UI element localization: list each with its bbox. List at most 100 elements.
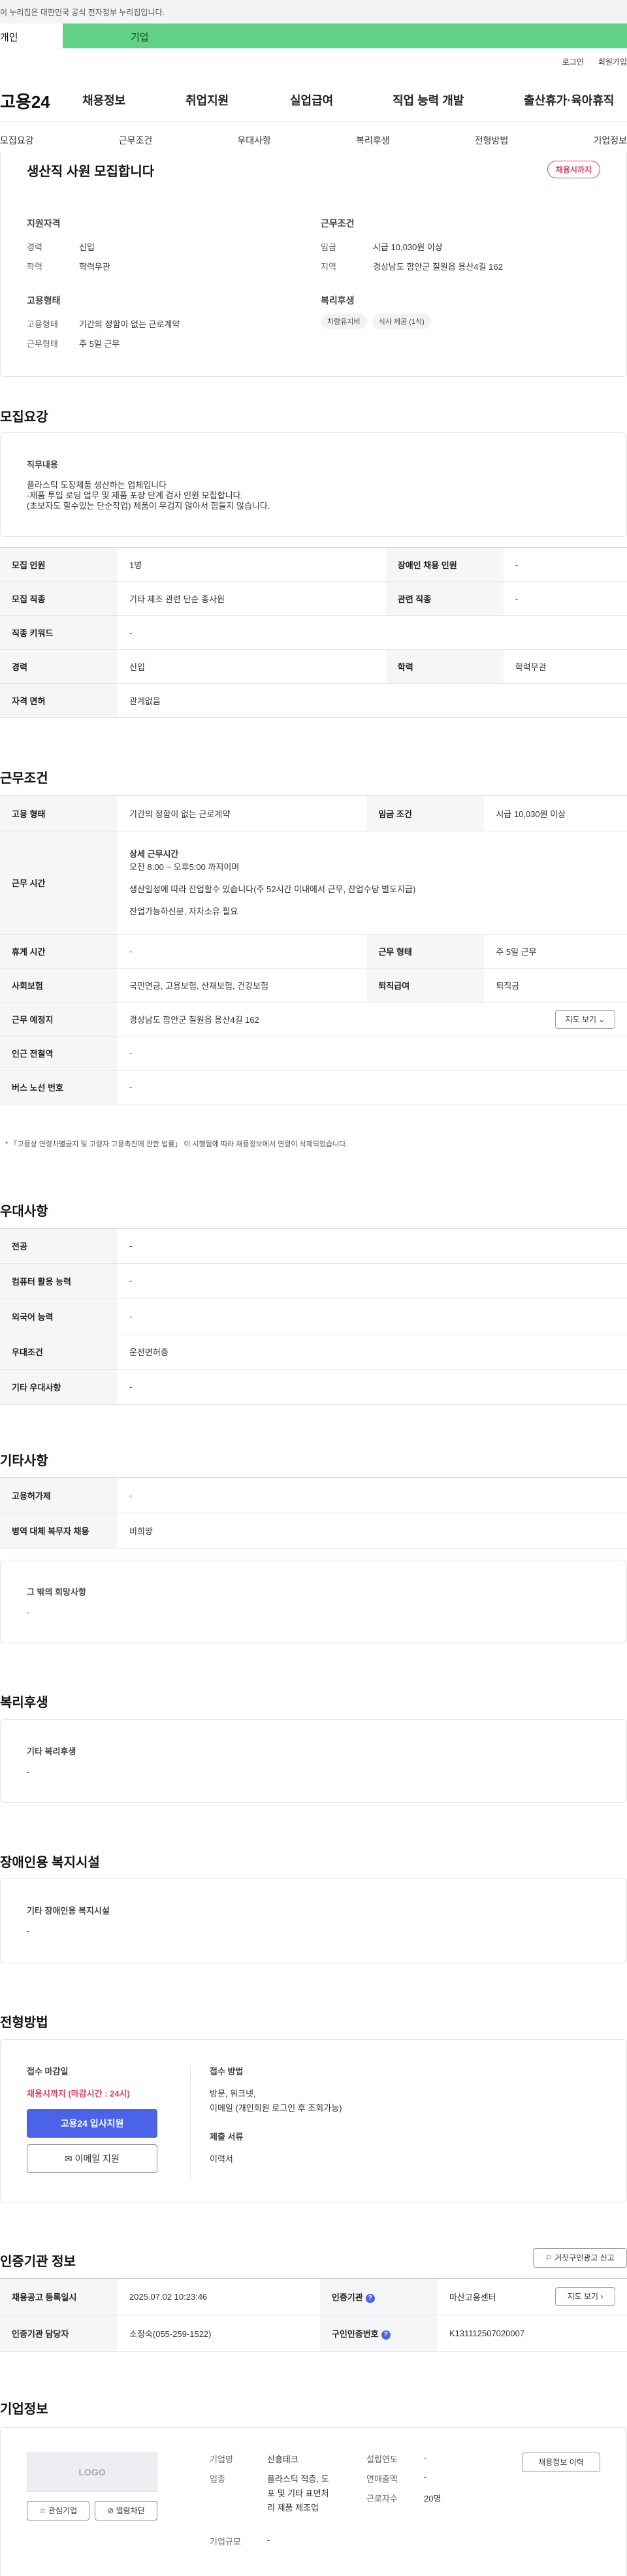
gnav-unemployment-benefit[interactable]: 실업급여 bbox=[290, 91, 393, 108]
annual-sales-label: 연매출액 bbox=[366, 2474, 398, 2484]
age-law-notice: * 「고용상 연령차별금지 및 고령자 고용촉진에 관한 법률」 이 시행됨에 … bbox=[5, 1140, 348, 1148]
disability-box-title: 기타 장애인용 복지시설 bbox=[27, 1906, 110, 1916]
gov-banner: 이 누리집은 대한민국 공식 전자정부 누리집입니다. bbox=[0, 0, 627, 24]
welfare-box: 기타 복리후생 - bbox=[0, 1719, 627, 1803]
info-icon[interactable]: ? bbox=[381, 2330, 391, 2340]
gnav-jobs[interactable]: 채용정보 bbox=[82, 91, 185, 108]
section-heading-process: 전형방법 bbox=[0, 2016, 48, 2030]
hours-title: 상세 근무시간 bbox=[129, 848, 179, 859]
work-form-value: 주 5일 근무 bbox=[79, 339, 120, 349]
welfare-box-title: 기타 복리후생 bbox=[27, 1747, 76, 1756]
table-row: 외국어 능력 - bbox=[0, 1298, 627, 1334]
etc-table: 고용허가제 - 병역 대체 복무자 채용 비희망 bbox=[0, 1477, 627, 1549]
welfare-title: 복리후생 bbox=[321, 295, 355, 306]
founded-year-value: - bbox=[424, 2453, 427, 2462]
table-row: 고용 형태 기간의 정함이 없는 근로계약 임금 조건 시급 10,030원 이상 bbox=[0, 796, 627, 831]
conditions-table: 고용 형태 기간의 정함이 없는 근로계약 임금 조건 시급 10,030원 이상 근… bbox=[0, 796, 627, 1104]
subnav-conditions[interactable]: 근무조건 bbox=[119, 134, 153, 147]
hours-note-2: 잔업가능하신분, 자차소유 필요 bbox=[129, 906, 238, 916]
table-row: 기타 우대사항 - bbox=[0, 1369, 627, 1405]
email-apply-button[interactable]: ✉ 이메일 지원 bbox=[27, 2144, 157, 2173]
subnav-preference[interactable]: 우대사항 bbox=[237, 134, 271, 147]
gnav-employment-support[interactable]: 취업지원 bbox=[185, 91, 290, 108]
company-scale-value: - bbox=[267, 2535, 270, 2545]
report-fake-ad-button[interactable]: ⚐ 거짓구인광고 신고 bbox=[533, 2248, 627, 2268]
subnav-welfare[interactable]: 복리후생 bbox=[356, 134, 390, 147]
login-link[interactable]: 로그인 bbox=[562, 56, 584, 67]
welfare-chips: 차량유지비 식사 제공 (1식) bbox=[321, 314, 436, 329]
agency-map-button[interactable]: 지도 보기 › bbox=[555, 2287, 615, 2306]
table-row: 인근 전철역 - bbox=[0, 1036, 627, 1071]
table-row: 고용허가제 - bbox=[0, 1477, 627, 1513]
method-value-1: 방문, 워크넷, bbox=[210, 2089, 256, 2099]
company-logo: LOGO bbox=[27, 2453, 157, 2492]
chevron-down-icon: ⌄ bbox=[598, 1015, 605, 1024]
disability-box-value: - bbox=[27, 1926, 30, 1936]
info-icon[interactable]: ? bbox=[365, 2293, 375, 2303]
employment-type-value: 기간의 정함이 없는 근로계약 bbox=[79, 319, 180, 329]
chevron-right-icon: › bbox=[600, 2292, 603, 2301]
job-description-text: 플라스틱 도장제품 생산하는 업체입니다 -제품 투입 로딩 업무 및 제품 포장… bbox=[27, 480, 270, 511]
wage-value: 시급 10,030원 이상 bbox=[373, 242, 443, 252]
region-value: 경상남도 함안군 칠원읍 용산4길 162 bbox=[373, 262, 503, 272]
tab-business[interactable]: 기업 bbox=[63, 24, 627, 48]
section-nav: 모집요강 근무조건 우대사항 복리후생 전형방법 기업정보 bbox=[0, 134, 627, 147]
welfare-chip: 식사 제공 (1식) bbox=[372, 314, 431, 329]
favorite-company-button[interactable]: ☆ 관심기업 bbox=[27, 2501, 89, 2520]
career-value: 신입 bbox=[79, 242, 95, 252]
gnav-parental-leave[interactable]: 출산휴가·육아휴직 bbox=[524, 91, 614, 108]
disability-box: 기타 장애인용 복지시설 - bbox=[0, 1878, 627, 1963]
deadline-title: 접수 마감일 bbox=[27, 2067, 69, 2076]
employment-type-title: 고용형태 bbox=[27, 295, 61, 306]
map-button[interactable]: 지도 보기 ⌄ bbox=[555, 1010, 615, 1029]
member-type-tabs: 개인 기업 bbox=[0, 24, 627, 48]
subnav-recruit[interactable]: 모집요강 bbox=[0, 134, 34, 147]
table-row: 컴퓨터 활용 능력 - bbox=[0, 1263, 627, 1299]
employment-type-label: 고용형태 bbox=[27, 319, 58, 329]
employees-label: 근로자수 bbox=[366, 2494, 398, 2504]
report-icon: ⚐ bbox=[545, 2253, 553, 2262]
job-description-box: 직무내용 플라스틱 도장제품 생산하는 업체입니다 -제품 투입 로딩 업무 및 … bbox=[0, 432, 627, 537]
industry-label: 업종 bbox=[210, 2474, 225, 2484]
section-heading-disability: 장애인용 복지시설 bbox=[0, 1856, 100, 1870]
deadline-badge: 채용시까지 bbox=[547, 161, 600, 178]
section-heading-agency: 인증기관 정보 bbox=[0, 2255, 76, 2269]
utility-links: 로그인 회원가입 bbox=[562, 56, 627, 67]
education-label: 학력 bbox=[27, 262, 42, 272]
preference-table: 전공 - 컴퓨터 활용 능력 - 외국어 능력 - 우대조건 운전면허증 기타 우대사항… bbox=[0, 1228, 627, 1405]
work-condition-title: 근무조건 bbox=[321, 218, 355, 229]
region-label: 지역 bbox=[321, 262, 336, 272]
other-wish-box: 그 밖의 희망사항 - bbox=[0, 1560, 627, 1643]
career-label: 경력 bbox=[27, 242, 42, 252]
global-nav: 채용정보 취업지원 실업급여 직업 능력 개발 출산휴가·육아휴직 bbox=[82, 91, 614, 108]
section-heading-company: 기업정보 bbox=[0, 2402, 48, 2417]
table-row: 버스 노선 번호 - bbox=[0, 1070, 627, 1104]
work-form-label: 근무형태 bbox=[27, 339, 58, 349]
process-box: 접수 마감일 채용시까지 (마감시간 : 24시) 고용24 입사지원 ✉ 이메… bbox=[0, 2039, 627, 2202]
work-place-value: 경상남도 함안군 칠원읍 용산4길 162 bbox=[129, 1015, 259, 1025]
other-wish-title: 그 밖의 희망사항 bbox=[27, 1587, 86, 1597]
gnav-vocational-training[interactable]: 직업 능력 개발 bbox=[393, 91, 524, 108]
subnav-company[interactable]: 기업정보 bbox=[593, 134, 627, 147]
divider bbox=[190, 2065, 191, 2180]
tab-personal[interactable]: 개인 bbox=[0, 24, 63, 48]
section-heading-recruit: 모집요강 bbox=[0, 410, 48, 425]
company-box: LOGO ☆ 관심기업 ⊘ 열람차단 기업명 신흥테크 업종 플라스틱 적층, … bbox=[0, 2427, 627, 2576]
qualification-title: 지원자격 bbox=[27, 218, 61, 229]
section-heading-etc: 기타사항 bbox=[0, 1454, 48, 1468]
apply-button[interactable]: 고용24 입사지원 bbox=[27, 2109, 157, 2138]
divider bbox=[0, 121, 627, 122]
table-row: 모집 인원 1명 장애인 채용 인원 - bbox=[0, 547, 627, 582]
annual-sales-value: - bbox=[424, 2472, 427, 2482]
table-row: 근무 예정지 경상남도 함안군 칠원읍 용산4길 162 지도 보기 ⌄ bbox=[0, 1002, 627, 1037]
recruit-history-button[interactable]: 채용정보 이력 bbox=[522, 2453, 600, 2472]
site-logo[interactable]: 고용24 bbox=[0, 89, 50, 113]
subnav-process[interactable]: 전형방법 bbox=[475, 134, 509, 147]
join-link[interactable]: 회원가입 bbox=[598, 56, 627, 67]
deadline-value: 채용시까지 (마감시간 : 24시) bbox=[27, 2089, 130, 2099]
gov-banner-text: 이 누리집은 대한민국 공식 전자정부 누리집입니다. bbox=[0, 8, 165, 17]
table-row: 사회보험 국민연금, 고용보험, 산재보험, 건강보험 퇴직급여 퇴직금 bbox=[0, 968, 627, 1003]
hours-main: 오전 8:00 ~ 오후5:00 까지이며 bbox=[129, 861, 240, 872]
agency-table: 채용공고 등록일시 2025.07.02 10:23:46 인증기관? 마산고용센… bbox=[0, 2278, 627, 2352]
block-view-button[interactable]: ⊘ 열람차단 bbox=[95, 2501, 157, 2520]
